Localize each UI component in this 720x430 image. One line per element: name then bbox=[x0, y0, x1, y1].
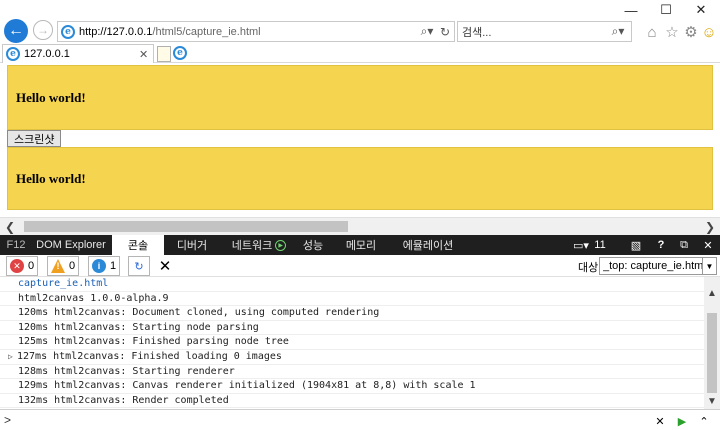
target-label: 대상 bbox=[578, 262, 599, 274]
record-play-icon: ▶ bbox=[275, 239, 287, 251]
console-input[interactable]: > ✕ ▶ ⌃ bbox=[0, 409, 720, 430]
expand-input-icon[interactable]: ⌃ bbox=[696, 413, 712, 429]
refresh-icon[interactable]: ↻ bbox=[436, 25, 454, 39]
favorites-star-icon[interactable]: ☆ bbox=[662, 22, 682, 42]
tab-network[interactable]: 네트워크 ▶ bbox=[222, 235, 296, 255]
run-icon[interactable]: ▶ bbox=[674, 413, 690, 429]
undock-icon[interactable]: ⧉ bbox=[676, 235, 692, 255]
search-dropdown-icon[interactable]: ⌕▾ bbox=[418, 24, 436, 39]
hello-box-2: Hello world! bbox=[7, 147, 713, 210]
new-tab-icon[interactable] bbox=[157, 46, 171, 62]
forward-button[interactable]: → bbox=[33, 20, 53, 40]
close-icon[interactable]: ✕ bbox=[684, 0, 718, 20]
emulation-device-icon[interactable]: ▭▾ bbox=[570, 235, 592, 255]
search-icon[interactable]: ⌕▾ bbox=[605, 24, 631, 39]
back-arrow-icon: ← bbox=[8, 22, 24, 39]
scroll-down-icon[interactable]: ▼ bbox=[704, 393, 720, 409]
tab-performance[interactable]: 성능 bbox=[296, 235, 330, 255]
console-line-source-link[interactable]: capture_ie.html bbox=[0, 277, 704, 292]
search-box[interactable]: 검색... ⌕▾ bbox=[457, 21, 632, 42]
forward-arrow-icon: → bbox=[37, 23, 49, 37]
hello-box-1: Hello world! bbox=[7, 65, 713, 130]
tab-strip: e 127.0.0.1 ✕ e bbox=[0, 44, 720, 63]
page-viewport: Hello world! 스크린샷 Hello world! bbox=[0, 63, 720, 217]
info-filter-button[interactable]: i 1 bbox=[88, 256, 121, 276]
error-count: 0 bbox=[28, 260, 35, 272]
help-icon[interactable]: ? bbox=[654, 235, 668, 255]
console-prompt: > bbox=[4, 413, 12, 427]
info-icon: i bbox=[92, 259, 106, 273]
screenshot-button[interactable]: 스크린샷 bbox=[7, 130, 62, 147]
tab-memory[interactable]: 메모리 bbox=[340, 235, 382, 255]
error-filter-button[interactable]: ✕ 0 bbox=[6, 256, 39, 276]
tab-debugger[interactable]: 디버거 bbox=[168, 235, 216, 255]
warning-count: 0 bbox=[69, 260, 76, 272]
info-count: 1 bbox=[110, 260, 117, 272]
horizontal-scrollbar[interactable]: ❮ ❯ bbox=[0, 217, 720, 235]
devtools-close-icon[interactable]: ✕ bbox=[700, 235, 716, 255]
tab-127-0-0-1[interactable]: e 127.0.0.1 ✕ bbox=[2, 44, 154, 63]
devtools-f12-label: F12 bbox=[6, 239, 26, 251]
clear-input-icon[interactable]: ✕ bbox=[652, 413, 668, 429]
address-bar[interactable]: e http://127.0.0.1/html5/capture_ie.html… bbox=[57, 21, 455, 42]
clear-console-icon[interactable]: ✕ bbox=[157, 257, 173, 275]
home-icon[interactable]: ⌂ bbox=[642, 22, 662, 42]
ie-page-icon: e bbox=[61, 24, 75, 39]
address-text[interactable]: http://127.0.0.1/html5/capture_ie.html bbox=[79, 26, 418, 38]
console-toggle-icon[interactable]: ▧ bbox=[628, 235, 644, 255]
tab-label: 127.0.0.1 bbox=[24, 48, 70, 60]
back-button[interactable]: ← bbox=[4, 19, 28, 43]
gear-icon[interactable]: ⚙ bbox=[681, 22, 701, 42]
tab-close-icon[interactable]: ✕ bbox=[139, 48, 153, 61]
url-path: /html5/capture_ie.html bbox=[152, 25, 261, 38]
vertical-scrollbar[interactable]: ▲ ▼ bbox=[704, 277, 720, 409]
console-line: 120ms html2canvas: Starting node parsing bbox=[0, 321, 704, 336]
horizontal-scroll-thumb[interactable] bbox=[24, 221, 348, 232]
expand-triangle-icon[interactable]: ▷ bbox=[8, 350, 17, 364]
tab-console[interactable]: 콘솔 bbox=[112, 235, 164, 255]
vertical-scroll-thumb[interactable] bbox=[707, 313, 717, 393]
maximize-icon[interactable]: ☐ bbox=[649, 0, 683, 20]
console-line-expandable[interactable]: ▷ 127ms html2canvas: Finished loading 0 i… bbox=[0, 350, 704, 365]
warning-filter-button[interactable]: ! 0 bbox=[47, 256, 80, 276]
devtools-tab-bar: F12 DOM Explorer 콘솔 디버거 네트워크 ▶ 성능 메모리 에뮬… bbox=[0, 235, 720, 255]
navigation-bar: ← → e http://127.0.0.1/html5/capture_ie.… bbox=[0, 18, 720, 44]
console-line: 120ms html2canvas: Document cloned, usin… bbox=[0, 306, 704, 321]
warning-icon: ! bbox=[51, 259, 65, 273]
console-toolbar: ✕ 0 ! 0 i 1 ↻ ✕ 대상 _top: capture_ie.html… bbox=[0, 255, 720, 277]
tab-emulation[interactable]: 에뮬레이션 bbox=[398, 235, 458, 255]
console-lines: capture_ie.html html2canvas 1.0.0-alpha.… bbox=[0, 277, 704, 409]
scroll-right-icon[interactable]: ❯ bbox=[702, 218, 718, 235]
console-line: html2canvas 1.0.0-alpha.9 bbox=[0, 292, 704, 307]
smiley-feedback-icon[interactable]: ☺ bbox=[699, 22, 719, 42]
console-output: capture_ie.html html2canvas 1.0.0-alpha.… bbox=[0, 277, 720, 409]
url-host: http://127.0.0.1 bbox=[79, 25, 153, 38]
emulation-count: 11 bbox=[594, 239, 606, 251]
scroll-up-icon[interactable]: ▲ bbox=[704, 285, 720, 301]
tab-network-label: 네트워크 bbox=[231, 240, 273, 252]
console-line: 128ms html2canvas: Starting renderer bbox=[0, 365, 704, 380]
ie-new-tab-icon[interactable]: e bbox=[173, 46, 187, 60]
search-input[interactable]: 검색... bbox=[462, 24, 605, 40]
console-line: 129ms html2canvas: Canvas renderer initi… bbox=[0, 379, 704, 394]
scroll-left-icon[interactable]: ❮ bbox=[2, 218, 18, 235]
console-line: 132ms html2canvas: Render completed bbox=[0, 394, 704, 409]
console-line: 125ms html2canvas: Finished parsing node… bbox=[0, 335, 704, 350]
title-bar: — ☐ ✕ bbox=[0, 0, 720, 20]
target-select[interactable]: _top: capture_ie.html ▼ bbox=[599, 257, 717, 275]
chevron-down-icon: ▼ bbox=[702, 258, 716, 274]
minimize-icon[interactable]: — bbox=[614, 0, 648, 20]
clear-on-navigate-icon[interactable]: ↻ bbox=[128, 256, 150, 276]
ie-tab-icon: e bbox=[6, 47, 20, 61]
target-value: _top: capture_ie.html bbox=[603, 260, 702, 272]
error-icon: ✕ bbox=[10, 259, 24, 273]
tab-dom-explorer[interactable]: DOM Explorer bbox=[32, 235, 110, 255]
console-line-text: 127ms html2canvas: Finished loading 0 im… bbox=[17, 350, 282, 362]
